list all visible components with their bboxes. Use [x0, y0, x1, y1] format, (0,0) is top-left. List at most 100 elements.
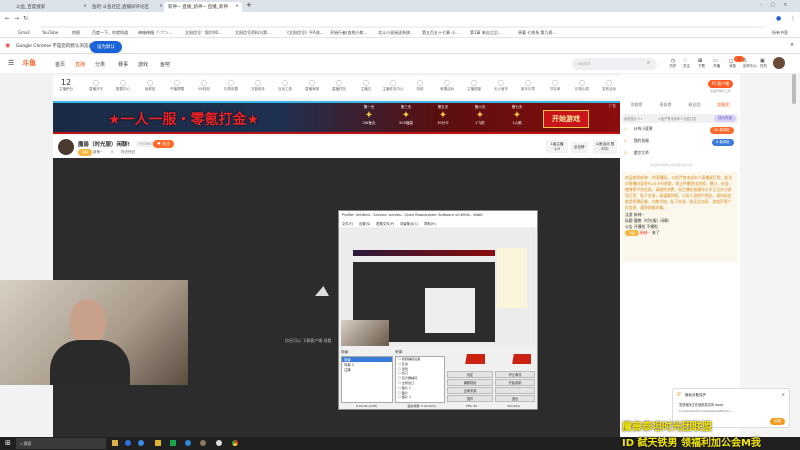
- all-bookmarks[interactable]: 所有书签: [772, 30, 788, 36]
- streamer-level-button[interactable]: 1级主播 1/3: [546, 140, 568, 153]
- download-button[interactable]: ⊞ 下载: [698, 58, 705, 69]
- download-client-tip[interactable]: 你还可以 下载客户端 观看: [285, 338, 332, 344]
- toolbar-item[interactable]: ◌ 新手引导: [515, 78, 541, 92]
- toolbar-item[interactable]: ◌ 礼物心愿: [569, 78, 595, 92]
- app-icon[interactable]: [185, 440, 191, 446]
- toolbar-item[interactable]: ◌ 主播任务中心: [380, 78, 406, 92]
- close-icon[interactable]: ×: [83, 4, 87, 9]
- toolbar-item[interactable]: ◌ 无人值守: [488, 78, 514, 92]
- app-icon[interactable]: [170, 440, 176, 446]
- nav-events[interactable]: 赛事: [118, 61, 128, 68]
- start-game-button[interactable]: 开始游戏: [543, 110, 589, 128]
- rank-row[interactable]: 2 我的祝福 8 新闻社: [624, 138, 736, 148]
- obs-button[interactable]: 插件: [447, 395, 493, 402]
- close-icon[interactable]: ×: [790, 42, 794, 48]
- bookmark[interactable]: 北斗小说阅读系统...: [378, 30, 414, 36]
- source-item[interactable]: ☐ 图片 3: [396, 395, 444, 400]
- bookmark[interactable]: Gmail: [18, 30, 30, 35]
- nav-live[interactable]: 直播: [75, 61, 85, 68]
- toolbar-item[interactable]: ◌ 音频回: [137, 78, 163, 92]
- streamer-category[interactable]: 新神~: [93, 150, 103, 155]
- window-controls[interactable]: –▢×: [760, 2, 795, 8]
- bookmark[interactable]: 神楣神楣（'-'ﾂ'ン...: [138, 30, 173, 36]
- toolbar-item[interactable]: ◌ 竞猜活动: [434, 78, 460, 92]
- tasks-button[interactable]: ▣ 任务: [760, 58, 767, 69]
- toolbar-item[interactable]: ◌ AR特效: [191, 78, 217, 92]
- search-input[interactable]: wtykit: [572, 58, 657, 70]
- desktop-volume-meter[interactable]: [495, 354, 531, 364]
- obs-menu-scenes[interactable]: 场景集合(C): [400, 221, 418, 226]
- menu-icon[interactable]: ⋮: [790, 15, 796, 22]
- sources-list[interactable]: ☐ 视频捕捉设备 ☐ 互动 ☐ 游戏 ☐ 窗口 ☐ 显示器捕获 ☐ 全局窗口 ☐ 图片 2 ☐…: [395, 356, 445, 403]
- bookmark[interactable]: 百度一下，你就知道: [92, 30, 128, 36]
- close-icon[interactable]: ×: [159, 4, 163, 9]
- windows-start-icon[interactable]: ⊞: [5, 439, 11, 447]
- obs-button[interactable]: 停止串流: [495, 371, 535, 378]
- obs-window[interactable]: Profile: Untitled - Scenes: scenes - Ope…: [338, 210, 538, 410]
- logo[interactable]: 斗鱼: [22, 58, 36, 68]
- bookmark[interactable]: 太阳信号资料与第...: [235, 30, 271, 36]
- tab-baidu[interactable]: 斗鱼_百度搜索 ×: [12, 2, 90, 12]
- toolbar-item[interactable]: ◌ 直播开关: [83, 78, 109, 92]
- nav-buttons[interactable]: ←→↻: [5, 15, 32, 22]
- tab-contribution[interactable]: 贡献榜: [631, 102, 643, 111]
- app-icon[interactable]: [138, 440, 144, 446]
- tab-fans[interactable]: 粉丝团: [689, 102, 701, 111]
- rank-row[interactable]: 1 炒鸡小菠萝 40 新闻社: [624, 126, 736, 136]
- nav-home[interactable]: 首页: [55, 61, 65, 68]
- bookmark[interactable]: YouTube: [42, 30, 58, 35]
- tab-super[interactable]: 超能团: [718, 102, 730, 111]
- bookmark[interactable]: 原著 七修系,第九两...: [518, 30, 556, 36]
- streamer-avatar[interactable]: [58, 139, 74, 155]
- follow-button[interactable]: ♡ 关注: [683, 58, 690, 69]
- scene-item[interactable]: 注释: [342, 367, 392, 372]
- obs-menu-help[interactable]: 帮助(H): [424, 221, 436, 226]
- ad-banner[interactable]: ★一人一服・零氪打金★ 第一天 ✦ 2W鱼丸 第三天 ✦ 500福袋 第五天 ✦ 30分卡 第六天…: [53, 101, 620, 134]
- tab-yuba[interactable]: 鱼吧-斗鱼社区,直播间评论区 ×: [88, 2, 166, 12]
- toolbar-item[interactable]: ◌ 直播任务: [326, 78, 352, 92]
- app-icon[interactable]: [125, 440, 131, 446]
- hamburger-icon[interactable]: ☰: [8, 59, 14, 67]
- stream-tag[interactable]: 时光怀旧: [121, 150, 135, 155]
- avatar[interactable]: [773, 57, 785, 69]
- app-icon[interactable]: [200, 440, 206, 446]
- bookmark[interactable]: 开始行者(血统小航...: [330, 30, 367, 36]
- chrome-icon[interactable]: [232, 440, 238, 446]
- creator-center-button[interactable]: ♁ 创作中心: [743, 58, 757, 69]
- obs-icon[interactable]: [216, 440, 222, 446]
- bookmark[interactable]: 第五百五十七章 小...: [422, 30, 459, 36]
- start-stream-button[interactable]: ▭ 开播: [713, 58, 720, 69]
- new-tab-button[interactable]: +: [246, 1, 252, 9]
- pc-client-button[interactable]: PC客户端: [708, 80, 734, 88]
- nav-yuba[interactable]: 鱼吧: [160, 61, 170, 68]
- bookmark[interactable]: 太阳信号：叙尔00...: [185, 30, 222, 36]
- toolbar-item[interactable]: ◌ 开播提醒: [164, 78, 190, 92]
- toast-settings-button[interactable]: 设置: [770, 418, 785, 425]
- toolbar-item[interactable]: ◌ 直播海报: [299, 78, 325, 92]
- bookmark[interactable]: 第1章 来自之后...: [470, 30, 502, 36]
- toolbar-item[interactable]: ◌ 特效: [407, 78, 433, 92]
- app-icon[interactable]: [155, 440, 161, 446]
- toolbar-item[interactable]: ◌ 数据中心: [110, 78, 136, 92]
- bookmark[interactable]: 《太阳信号》平A流...: [285, 30, 324, 36]
- toolbar-item[interactable]: ◌ 互动工具: [272, 78, 298, 92]
- tab-noble[interactable]: 贵族榜: [660, 102, 672, 111]
- obs-menu-file[interactable]: 文件(F): [342, 221, 353, 226]
- become-noble-button[interactable]: 成为贵族: [714, 115, 736, 122]
- scrollbar[interactable]: [792, 74, 796, 104]
- site-rank-button[interactable]: 全站榜: [571, 142, 588, 153]
- obs-menu-settings[interactable]: 设置(S): [359, 221, 370, 226]
- obs-button[interactable]: 开始录制: [495, 379, 535, 386]
- toolbar-item[interactable]: ◌ 万能助手: [245, 78, 271, 92]
- obs-button[interactable]: 全局来源: [447, 387, 493, 394]
- set-default-button[interactable]: 设为默认: [90, 41, 122, 53]
- toolbar-item[interactable]: ◌ 发布活动: [596, 78, 622, 92]
- activity-button[interactable]: 斗鱼活动 限时中: [593, 140, 617, 154]
- nav-games[interactable]: 游戏: [138, 61, 148, 68]
- close-icon[interactable]: ×: [782, 392, 785, 397]
- obs-button[interactable]: 退出: [495, 395, 535, 402]
- chat-user[interactable]: 新神~: [640, 230, 651, 235]
- bookmark[interactable]: 地图: [72, 30, 80, 36]
- obs-button[interactable]: 编辑场景: [447, 379, 493, 386]
- toolbar-item[interactable]: ◌ 节目单: [542, 78, 568, 92]
